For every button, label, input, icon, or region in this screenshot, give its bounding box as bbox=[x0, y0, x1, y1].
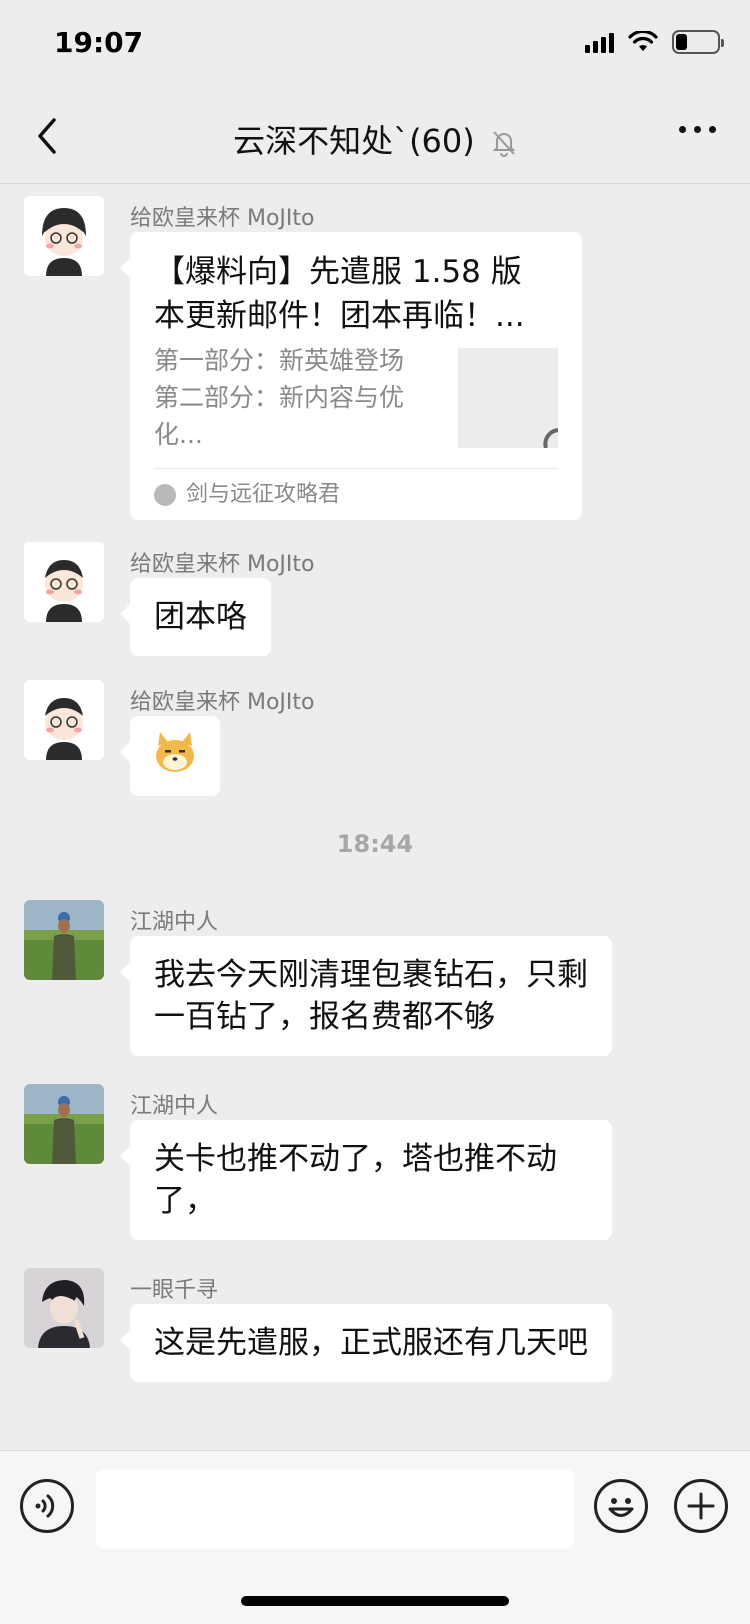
sender-name: 给欧皇来杯 MoJIto bbox=[130, 552, 315, 577]
sender-name: 给欧皇来杯 MoJIto bbox=[130, 206, 315, 231]
source-avatar-icon bbox=[154, 483, 176, 506]
more-functions-button[interactable] bbox=[674, 1479, 728, 1533]
message-item: 给欧皇来杯 MoJIto 【爆料向】先遣服 1.58 版本更新邮件！团本再临！.… bbox=[24, 196, 724, 520]
status-icons bbox=[585, 30, 724, 54]
message-bubble[interactable]: 关卡也推不动了，塔也推不动了， bbox=[120, 1120, 612, 1240]
card-description: 第一部分：新英雄登场 第二部分：新内容与优化... bbox=[154, 346, 405, 449]
home-indicator[interactable] bbox=[241, 1596, 509, 1606]
message-text: 团本咯 bbox=[154, 599, 247, 635]
avatar[interactable] bbox=[24, 196, 104, 276]
voice-input-button[interactable] bbox=[20, 1479, 74, 1533]
message-item: 给欧皇来杯 MoJIto 团本咯 bbox=[24, 542, 724, 662]
message-item: 一眼千寻 这是先遣服，正式服还有几天吧 bbox=[24, 1268, 724, 1418]
message-item: 给欧皇来杯 MoJIto bbox=[24, 680, 724, 800]
message-bubble[interactable]: 团本咯 bbox=[120, 578, 271, 656]
avatar[interactable] bbox=[24, 542, 104, 622]
battery-icon bbox=[672, 30, 724, 54]
wifi-icon bbox=[628, 31, 658, 51]
smiley-icon bbox=[608, 1498, 634, 1517]
chat-title: 云深不知处`(60) bbox=[233, 122, 475, 160]
plus-icon bbox=[687, 1492, 715, 1520]
message-input[interactable] bbox=[96, 1469, 574, 1549]
mute-bell-icon bbox=[492, 131, 516, 157]
emoji-button[interactable] bbox=[594, 1479, 648, 1533]
sender-name: 给欧皇来杯 MoJIto bbox=[130, 690, 315, 715]
sender-name: 一眼千寻 bbox=[130, 1278, 219, 1303]
sender-name: 江湖中人 bbox=[130, 1094, 219, 1119]
card-footer: 剑与远征攻略君 bbox=[154, 468, 558, 520]
card-thumbnail bbox=[458, 348, 558, 448]
message-bubble[interactable]: 我去今天刚清理包裹钻石，只剩一百钻了，报名费都不够 bbox=[120, 936, 612, 1056]
voice-icon bbox=[35, 1494, 55, 1518]
sticker-bubble[interactable] bbox=[120, 716, 220, 796]
avatar[interactable] bbox=[24, 1084, 104, 1164]
sender-name: 江湖中人 bbox=[130, 910, 219, 935]
avatar[interactable] bbox=[24, 900, 104, 980]
avatar[interactable] bbox=[24, 1268, 104, 1348]
message-text: 我去今天刚清理包裹钻石，只剩一百钻了，报名费都不够 bbox=[154, 957, 588, 1035]
message-item: 江湖中人 我去今天刚清理包裹钻石，只剩一百钻了，报名费都不够 bbox=[24, 900, 724, 1056]
timestamp: 18:44 bbox=[336, 830, 414, 858]
message-list[interactable]: 给欧皇来杯 MoJIto 【爆料向】先遣服 1.58 版本更新邮件！团本再临！.… bbox=[0, 184, 750, 1450]
cellular-signal-icon bbox=[585, 31, 614, 53]
card-source: 剑与远征攻略君 bbox=[186, 481, 341, 507]
status-bar: 19:07 bbox=[0, 0, 750, 90]
link-card[interactable]: 【爆料向】先遣服 1.58 版本更新邮件！团本再临！... 第一部分：新英雄登场… bbox=[120, 232, 582, 520]
avatar[interactable] bbox=[24, 680, 104, 760]
message-bubble[interactable]: 这是先遣服，正式服还有几天吧 bbox=[120, 1304, 612, 1382]
status-time: 19:07 bbox=[54, 26, 144, 59]
chat-title-container: 云深不知处`(60) bbox=[0, 116, 750, 162]
chat-header: 云深不知处`(60) bbox=[0, 90, 750, 184]
doge-icon bbox=[156, 732, 194, 772]
card-title: 【爆料向】先遣服 1.58 版本更新邮件！团本再临！... bbox=[154, 254, 525, 334]
message-text: 关卡也推不动了，塔也推不动了， bbox=[154, 1141, 557, 1219]
message-item: 江湖中人 关卡也推不动了，塔也推不动了， bbox=[24, 1084, 724, 1240]
more-options-icon[interactable] bbox=[679, 126, 716, 133]
message-text: 这是先遣服，正式服还有几天吧 bbox=[154, 1325, 588, 1361]
